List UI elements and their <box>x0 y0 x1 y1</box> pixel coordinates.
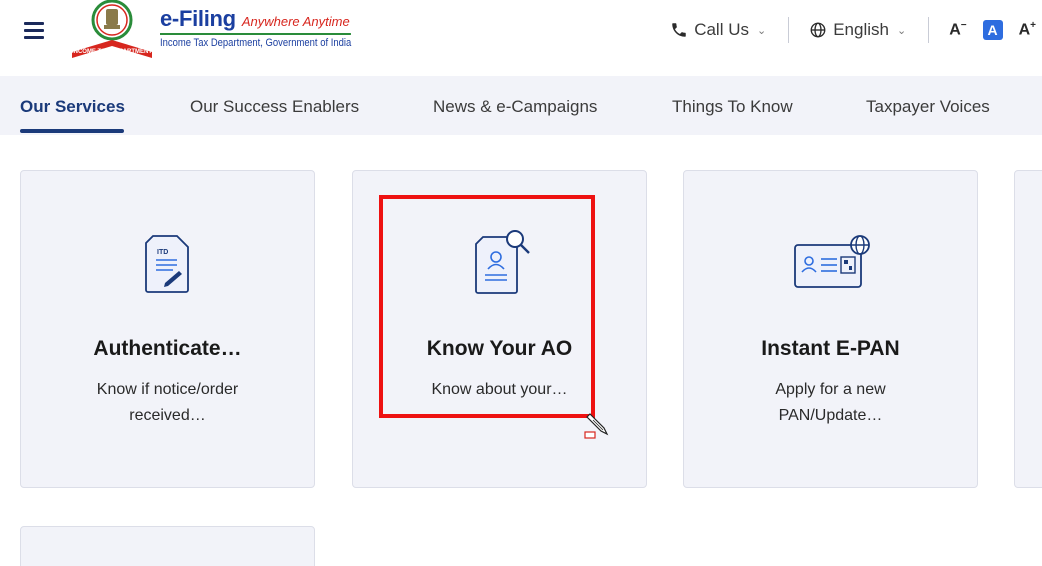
card-description: Know if notice/order received… <box>21 377 314 429</box>
language-label: English <box>833 20 889 39</box>
call-us-dropdown[interactable]: Call Us ⌄ <box>670 20 766 40</box>
card-description: Apply for a new PAN/Update… <box>684 377 977 429</box>
language-dropdown[interactable]: English ⌄ <box>809 20 906 40</box>
card-title: Instant E-PAN <box>761 337 900 360</box>
card-description-line: Know if notice/order <box>96 381 239 398</box>
tab-taxpayer-voices[interactable]: Taxpayer Voices <box>866 97 990 117</box>
card-title: Authenticate… <box>93 337 242 360</box>
highlight-box <box>379 195 595 418</box>
svg-text:ITD: ITD <box>157 249 168 256</box>
chevron-down-icon: ⌄ <box>896 24 907 37</box>
income-tax-emblem-logo[interactable]: INCOME TAX DEPARTMENT <box>68 0 156 60</box>
font-increase-label: A <box>1018 21 1031 39</box>
card-description-line: Apply for a new <box>775 381 886 398</box>
divider <box>928 17 930 43</box>
logo-tagline: Anywhere Anytime <box>241 14 350 29</box>
service-card-instant-e-pan[interactable]: Instant E-PAN Apply for a new PAN/Update… <box>683 170 978 488</box>
services-tab-bar: Our Services Our Success Enablers News &… <box>0 76 1042 135</box>
font-default-button[interactable]: A <box>982 20 1003 40</box>
pan-card-globe-icon <box>794 235 870 288</box>
globe-icon <box>810 22 826 38</box>
menu-icon[interactable] <box>24 22 44 39</box>
tab-news-e-campaigns[interactable]: News & e-Campaigns <box>433 97 597 117</box>
chevron-down-icon: ⌄ <box>756 24 767 37</box>
call-us-label: Call Us <box>694 20 749 39</box>
tab-things-to-know[interactable]: Things To Know <box>672 97 793 117</box>
tab-our-services[interactable]: Our Services <box>20 97 125 117</box>
logo-subtitle: Income Tax Department, Government of Ind… <box>160 33 352 49</box>
phone-icon <box>672 23 686 37</box>
logo-title: e-Filing <box>160 6 236 31</box>
tab-our-success-enablers[interactable]: Our Success Enablers <box>190 97 359 117</box>
pencil-cursor-icon <box>584 413 609 439</box>
font-increase-button[interactable]: A+ <box>1019 20 1036 39</box>
logo-text[interactable]: e-Filing Anywhere Anytime Income Tax Dep… <box>160 8 382 49</box>
service-card-authenticate[interactable]: ITD Authenticate… Know if notice/order r… <box>20 170 315 488</box>
itd-document-icon: ITD <box>145 235 189 293</box>
service-card-partial[interactable] <box>20 526 315 566</box>
card-description-line: received… <box>129 407 206 424</box>
active-tab-indicator <box>20 129 124 133</box>
service-card-partial[interactable] <box>1014 170 1042 488</box>
site-header: INCOME TAX DEPARTMENT e-Filing Anywhere … <box>0 0 1042 76</box>
emblem-ribbon-text: INCOME TAX DEPARTMENT <box>72 49 152 55</box>
divider <box>788 17 790 43</box>
font-decrease-label: A <box>949 21 961 39</box>
font-decrease-button[interactable]: A− <box>949 20 966 39</box>
card-description-line: PAN/Update… <box>778 407 883 424</box>
